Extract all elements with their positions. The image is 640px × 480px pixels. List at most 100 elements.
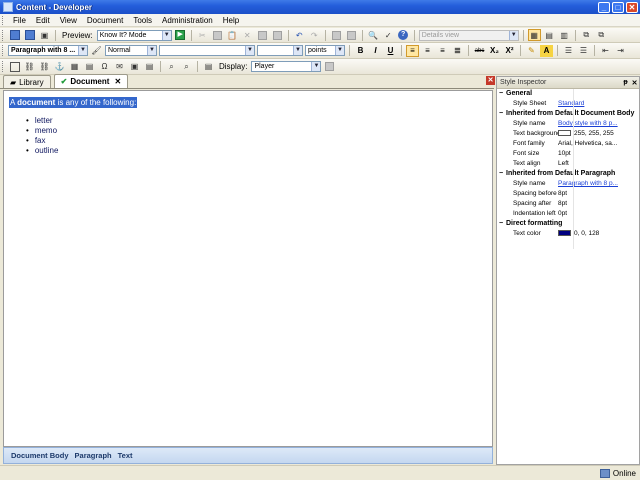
paragraph-style-select[interactable]: Paragraph with 8 ... ▼ bbox=[8, 45, 88, 56]
superscript-button[interactable]: X² bbox=[503, 45, 516, 57]
menu-document[interactable]: Document bbox=[83, 16, 129, 25]
check-out-icon[interactable]: ⧉ bbox=[595, 29, 608, 41]
save-icon[interactable] bbox=[23, 29, 36, 41]
path-text[interactable]: Text bbox=[118, 451, 133, 460]
toolbar-grip[interactable] bbox=[2, 45, 5, 56]
menu-file[interactable]: File bbox=[9, 16, 32, 25]
cut-icon[interactable]: ✂ bbox=[196, 29, 209, 41]
list-item[interactable]: fax bbox=[26, 136, 58, 146]
menu-tools[interactable]: Tools bbox=[129, 16, 158, 25]
group-inherited-document-body[interactable]: − Inherited from Default Document Body bbox=[497, 109, 639, 119]
layout-3-icon[interactable]: ▥ bbox=[558, 29, 571, 41]
copy-link-icon[interactable] bbox=[256, 29, 269, 41]
menu-administration[interactable]: Administration bbox=[158, 16, 219, 25]
preview-mode-select[interactable]: Know It? Mode ▼ bbox=[96, 29, 172, 41]
go-icon[interactable]: ▶ bbox=[174, 29, 187, 41]
list-item[interactable]: memo bbox=[26, 126, 58, 136]
underline-button[interactable]: U bbox=[384, 45, 397, 57]
property-row: Style Sheet Standard bbox=[497, 99, 639, 109]
publish-icon[interactable]: ▣ bbox=[38, 29, 51, 41]
style-name-link[interactable]: Body style with 8 p... bbox=[558, 119, 639, 129]
style-brush-icon[interactable]: 🖌 bbox=[90, 45, 103, 57]
paste-link-icon[interactable] bbox=[271, 29, 284, 41]
subscript-button[interactable]: X₂ bbox=[488, 45, 501, 57]
justify-icon[interactable]: ≣ bbox=[451, 45, 464, 57]
font-color-button[interactable]: A bbox=[540, 44, 553, 57]
insert-row-icon[interactable]: ▤ bbox=[83, 61, 96, 73]
package-icon[interactable]: ▣ bbox=[128, 61, 141, 73]
unlink-icon[interactable]: ⛓ bbox=[38, 61, 51, 73]
anchor-icon[interactable]: ⚓ bbox=[53, 61, 66, 73]
insert-frame-icon[interactable] bbox=[330, 29, 343, 41]
document-editor[interactable]: A document is any of the following: lett… bbox=[3, 90, 493, 447]
insert-toolbar: ⛓ ⛓ ⚓ ▦ ▤ Ω ✉ ▣ ▤ ⌕ ⌕ ▤ Display: Player ▼ bbox=[0, 59, 640, 75]
align-left-icon[interactable]: ≡ bbox=[406, 44, 419, 57]
insert-section-icon[interactable] bbox=[345, 29, 358, 41]
omega-icon[interactable]: Ω bbox=[98, 61, 111, 73]
italic-button[interactable]: I bbox=[369, 45, 382, 57]
minimize-button[interactable]: _ bbox=[598, 1, 610, 13]
close-pane-icon[interactable]: ✕ bbox=[486, 76, 495, 85]
maximize-button[interactable]: □ bbox=[612, 1, 624, 13]
highlight-icon[interactable]: ✎ bbox=[525, 45, 538, 57]
selected-paragraph[interactable]: A document is any of the following: bbox=[9, 97, 138, 108]
group-inherited-paragraph[interactable]: − Inherited from Default Paragraph bbox=[497, 169, 639, 179]
path-paragraph[interactable]: Paragraph bbox=[75, 451, 112, 460]
table-icon[interactable]: ▦ bbox=[68, 61, 81, 73]
paste-icon[interactable]: 📋 bbox=[226, 29, 239, 41]
replace-icon[interactable]: ⌕ bbox=[180, 61, 193, 73]
path-document-body[interactable]: Document Body bbox=[11, 451, 69, 460]
tab-library[interactable]: ▰ Library bbox=[3, 75, 51, 88]
layout-2-icon[interactable]: ▤ bbox=[543, 29, 556, 41]
list-item[interactable]: outline bbox=[26, 146, 59, 156]
stylesheet-link[interactable]: Standard bbox=[558, 99, 639, 109]
find-icon[interactable]: 🔍 bbox=[367, 29, 380, 41]
display-settings-icon[interactable] bbox=[323, 61, 336, 73]
close-tab-icon[interactable]: ✕ bbox=[114, 77, 121, 86]
link-icon[interactable]: ⛓ bbox=[23, 61, 36, 73]
binoculars-icon[interactable]: ⌕ bbox=[165, 61, 178, 73]
indent-icon[interactable]: ⇥ bbox=[614, 45, 627, 57]
close-button[interactable]: ✕ bbox=[626, 1, 638, 13]
style-name-link[interactable]: Paragraph with 8 p... bbox=[558, 179, 639, 189]
view-select[interactable]: Details view ▼ bbox=[418, 29, 519, 41]
align-right-icon[interactable]: ≡ bbox=[436, 45, 449, 57]
help-icon[interactable]: ? bbox=[397, 29, 410, 41]
tab-document[interactable]: ✔ Document ✕ bbox=[53, 74, 129, 88]
strikethrough-button[interactable]: abc bbox=[473, 45, 486, 57]
menu-view[interactable]: View bbox=[56, 16, 83, 25]
font-family-select[interactable]: ▼ bbox=[159, 45, 255, 56]
spellcheck-icon[interactable]: ✓ bbox=[382, 29, 395, 41]
layout-1-icon[interactable]: ▦ bbox=[527, 29, 541, 41]
toolbar-grip[interactable] bbox=[2, 29, 5, 41]
font-size-select[interactable]: ▼ bbox=[257, 45, 303, 56]
glossary-icon[interactable]: ▤ bbox=[143, 61, 156, 73]
comment-icon[interactable]: ✉ bbox=[113, 61, 126, 73]
menu-help[interactable]: Help bbox=[219, 16, 245, 25]
outdent-icon[interactable]: ⇤ bbox=[599, 45, 612, 57]
display-select[interactable]: Player ▼ bbox=[251, 61, 322, 72]
redo-icon[interactable]: ↷ bbox=[308, 29, 321, 41]
align-center-icon[interactable]: ≡ bbox=[421, 45, 434, 57]
menu-grip[interactable] bbox=[2, 15, 5, 25]
character-style-select[interactable]: Normal ▼ bbox=[105, 45, 157, 56]
close-panel-icon[interactable]: ✕ bbox=[630, 79, 639, 87]
list-item[interactable]: letter bbox=[26, 116, 58, 126]
open-icon[interactable] bbox=[8, 29, 21, 41]
toolbar-grip[interactable] bbox=[2, 61, 5, 72]
numbered-list-icon[interactable]: ☰ bbox=[562, 45, 575, 57]
check-in-icon[interactable]: ⧉ bbox=[580, 29, 593, 41]
group-general[interactable]: − General bbox=[497, 89, 639, 99]
menu-edit[interactable]: Edit bbox=[32, 16, 56, 25]
insert-image-icon[interactable] bbox=[8, 61, 21, 73]
units-select[interactable]: points ▼ bbox=[305, 45, 345, 56]
separator bbox=[594, 45, 595, 56]
delete-icon[interactable]: ✕ bbox=[241, 29, 254, 41]
bullet-list-icon[interactable]: ☰ bbox=[577, 45, 590, 57]
bold-button[interactable]: B bbox=[354, 45, 367, 57]
pin-icon[interactable]: ᵽ bbox=[621, 79, 630, 86]
group-direct-formatting[interactable]: − Direct formatting bbox=[497, 219, 639, 229]
copy-icon[interactable] bbox=[211, 29, 224, 41]
properties-icon[interactable]: ▤ bbox=[202, 61, 215, 73]
undo-icon[interactable]: ↶ bbox=[293, 29, 306, 41]
